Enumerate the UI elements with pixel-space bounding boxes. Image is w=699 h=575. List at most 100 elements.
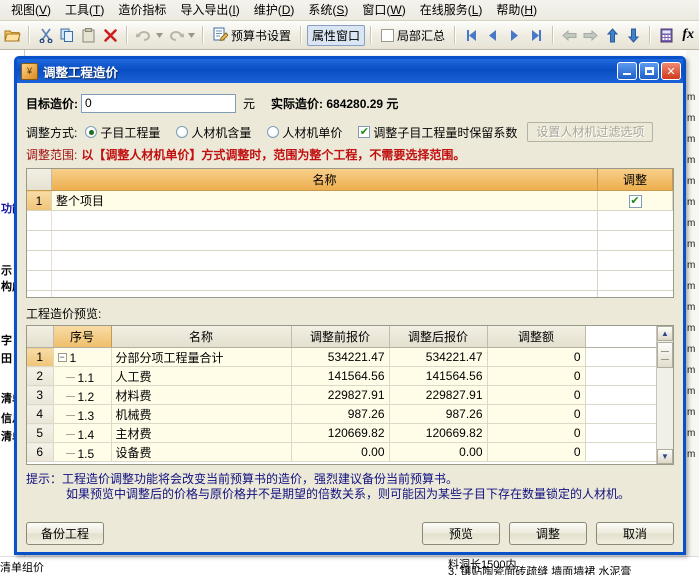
delete-x-icon[interactable] <box>100 24 121 46</box>
radio-indicator-icon <box>176 126 189 138</box>
menu-item-2[interactable]: 造价指标 <box>111 1 173 20</box>
preview-grid[interactable]: 序号 名称 调整前报价 调整后报价 调整额 1−1 分部分项工程量合计 534221… <box>26 325 674 465</box>
radio-resource-unitprice[interactable]: 人材机单价 <box>267 124 342 141</box>
menu-item-0[interactable]: 视图(V) <box>4 1 58 20</box>
background-text-fragment: 3. 镶贴陶瓷面砖疏缝 墙面墙裙 水泥膏 <box>448 566 632 575</box>
scope-grid[interactable]: 名称 调整 1 整个项目 ✔ <box>26 168 674 298</box>
formula-fx-icon[interactable]: fx <box>677 24 698 46</box>
row-after-price: 120669.82 <box>389 423 488 443</box>
local-summary-button[interactable]: 局部汇总 <box>377 25 449 46</box>
table-row[interactable]: 6 1.5 设备费 0.00 0.00 0 <box>27 442 657 462</box>
toolbar-separator <box>454 26 456 44</box>
scope-grid-empty-row <box>27 290 673 297</box>
row-filler <box>585 366 657 386</box>
resource-filter-options-button: 设置人材机过滤选项 <box>527 122 654 142</box>
budget-settings-button[interactable]: 预算书设置 <box>209 25 295 46</box>
undo-arrow-icon <box>133 24 154 46</box>
move-down-icon[interactable] <box>623 24 644 46</box>
row-delta: 0 <box>487 347 586 367</box>
background-text-fragment: m <box>687 302 696 313</box>
paste-icon[interactable] <box>78 24 99 46</box>
close-button[interactable]: ✕ <box>661 62 681 80</box>
row-after-price: 229827.91 <box>389 385 488 405</box>
menu-item-8[interactable]: 帮助(H) <box>489 1 544 20</box>
nav-last-icon[interactable] <box>525 24 546 46</box>
radio-resource-content[interactable]: 人材机含量 <box>176 124 251 141</box>
adjust-button[interactable]: 调整 <box>509 521 587 545</box>
menu-item-5[interactable]: 系统(S) <box>301 1 355 20</box>
dialog-titlebar[interactable]: ¥ 调整工程造价 ✕ <box>17 59 683 83</box>
scope-row-adjust-checkbox[interactable]: ✔ <box>597 190 673 211</box>
menu-item-7[interactable]: 在线服务(L) <box>413 1 490 20</box>
dialog-title: 调整工程造价 <box>43 65 119 80</box>
table-row[interactable]: 3 1.2 材料费 229827.91 229827.91 0 <box>27 385 657 405</box>
background-right-panel: mmmmmmmmmmmmmmmmmm <box>686 50 699 575</box>
backup-project-button[interactable]: 备份工程 <box>26 521 104 545</box>
scroll-down-button[interactable]: ▼ <box>657 449 673 464</box>
row-sequence: 1.4 <box>53 423 112 443</box>
scope-row-name: 整个项目 <box>51 190 598 211</box>
move-left-icon <box>559 24 580 46</box>
background-text-fragment: m <box>687 449 696 460</box>
toolbar-separator <box>300 26 303 44</box>
tip-box: 提示：工程造价调整功能将会改变当前预算书的造价，强烈建议备份当前预算书。 如果预… <box>26 472 674 502</box>
nav-first-icon[interactable] <box>461 24 482 46</box>
preview-col-filler <box>585 326 657 348</box>
scope-col-name: 名称 <box>51 169 598 191</box>
table-row[interactable]: 5 1.4 主材费 120669.82 120669.82 0 <box>27 423 657 443</box>
budget-settings-label: 预算书设置 <box>231 28 292 43</box>
preview-label: 工程造价预览: <box>26 307 102 321</box>
app-root: 功能示构成字田清单信息清单组 mmmmmmmmmmmmmmmmmm 清单组价料洞… <box>0 0 699 575</box>
minimize-button[interactable] <box>617 62 637 80</box>
menu-item-1[interactable]: 工具(T) <box>58 1 111 20</box>
preview-button[interactable]: 预览 <box>422 521 500 545</box>
row-before-price: 120669.82 <box>291 423 390 443</box>
row-name: 材料费 <box>111 385 292 405</box>
toolbar-separator <box>125 26 128 44</box>
table-row[interactable]: 1−1 分部分项工程量合计 534221.47 534221.47 0 <box>27 347 657 367</box>
expander-icon[interactable]: − <box>57 353 67 363</box>
toolbar: 预算书设置 属性窗口 局部汇总 fx <box>0 21 699 50</box>
row-after-price: 987.26 <box>389 404 488 424</box>
tip-line-1: 工程造价调整功能将会改变当前预算书的造价，强烈建议备份当前预算书。 <box>62 472 459 486</box>
keep-coefficient-checkbox[interactable]: ✔ 调整子目工程量时保留系数 <box>358 124 517 141</box>
calculator-icon[interactable] <box>656 24 677 46</box>
scope-grid-empty-row <box>27 230 673 251</box>
copy-icon[interactable] <box>57 24 78 46</box>
property-window-button[interactable]: 属性窗口 <box>307 24 366 46</box>
actual-cost-label: 实际造价: 684280.29 元 <box>271 96 399 111</box>
nav-next-icon[interactable] <box>504 24 525 46</box>
background-text-fragment: m <box>687 281 696 292</box>
move-up-icon[interactable] <box>601 24 622 46</box>
adjust-scope-hint: 以【调整人材机单价】方式调整时，范围为整个工程，不需要选择范围。 <box>81 148 466 162</box>
scope-col-adjust: 调整 <box>597 169 673 191</box>
nav-prev-icon[interactable] <box>482 24 503 46</box>
row-delta: 0 <box>487 366 586 386</box>
row-delta: 0 <box>487 385 586 405</box>
toolbar-separator <box>202 26 205 44</box>
radio-label: 人材机单价 <box>282 125 343 140</box>
checkbox-icon[interactable] <box>381 28 395 42</box>
table-row[interactable]: 2 1.1 人工费 141564.56 141564.56 0 <box>27 366 657 386</box>
maximize-button[interactable] <box>639 62 659 80</box>
target-cost-input[interactable] <box>81 93 236 113</box>
scroll-up-button[interactable]: ▲ <box>657 326 673 341</box>
row-delta: 0 <box>487 404 586 424</box>
scissors-icon[interactable] <box>35 24 56 46</box>
menu-item-6[interactable]: 窗口(W) <box>355 1 412 20</box>
background-text-fragment: m <box>687 113 696 124</box>
cancel-button[interactable]: 取消 <box>596 521 674 545</box>
menu-item-4[interactable]: 维护(D) <box>247 1 302 20</box>
checkmark-icon: ✔ <box>628 195 642 208</box>
menu-item-3[interactable]: 导入导出(I) <box>173 1 246 20</box>
background-text-fragment: m <box>687 344 696 355</box>
radio-subitem-quantity[interactable]: 子目工程量 <box>85 124 160 141</box>
table-row[interactable]: 4 1.3 机械费 987.26 987.26 0 <box>27 404 657 424</box>
scrollbar-thumb[interactable] <box>657 342 673 368</box>
target-cost-label: 目标造价: <box>26 96 78 111</box>
scope-grid-row[interactable]: 1 整个项目 ✔ <box>27 190 673 211</box>
folder-open-icon[interactable] <box>2 24 23 46</box>
background-text-fragment: m <box>687 239 696 250</box>
preview-grid-scrollbar[interactable]: ▲ ▼ <box>656 326 673 464</box>
row-before-price: 534221.47 <box>291 347 390 367</box>
